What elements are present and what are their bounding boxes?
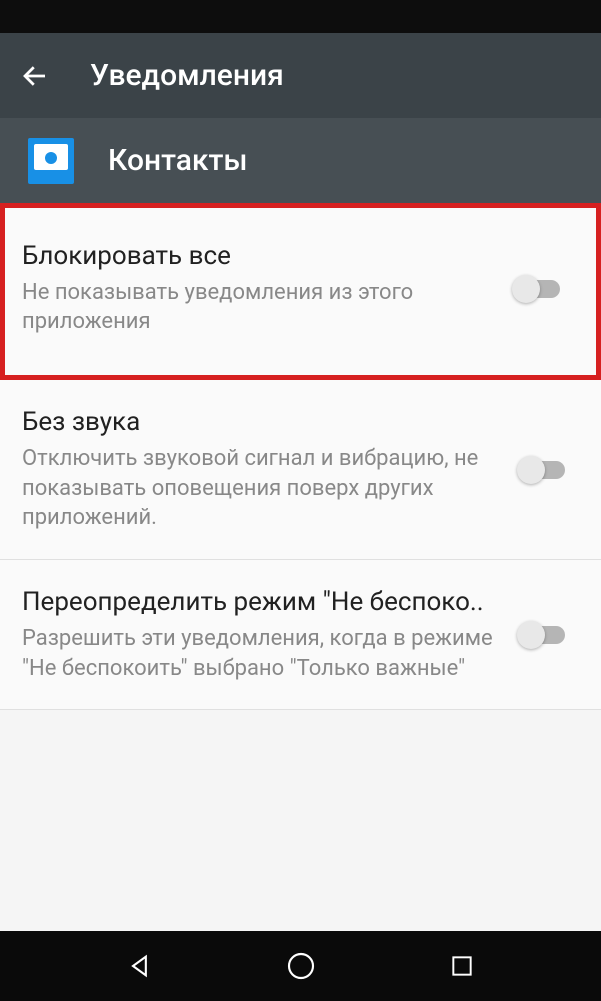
- toggle-switch[interactable]: [521, 626, 565, 644]
- setting-title: Без звука: [22, 406, 505, 440]
- page-title: Уведомления: [90, 58, 284, 93]
- app-name-label: Контакты: [108, 143, 248, 178]
- setting-text: Переопределить режим "Не беспоко.. Разре…: [22, 586, 521, 683]
- toggle-switch[interactable]: [521, 461, 565, 479]
- nav-home-icon[interactable]: [285, 950, 317, 982]
- setting-block-all[interactable]: Блокировать все Не показывать уведомлени…: [0, 203, 601, 380]
- back-icon[interactable]: [20, 61, 50, 91]
- setting-desc: Отключить звуковой сигнал и вибрацию, не…: [22, 444, 505, 533]
- app-header: Контакты: [0, 118, 601, 203]
- navigation-bar: [0, 931, 601, 1001]
- nav-recent-icon[interactable]: [449, 953, 475, 979]
- contacts-app-icon: [28, 138, 74, 184]
- setting-title: Переопределить режим "Не беспоко..: [22, 586, 505, 620]
- setting-desc: Не показывать уведомления из этого прило…: [22, 278, 500, 337]
- setting-title: Блокировать все: [22, 240, 500, 274]
- setting-text: Блокировать все Не показывать уведомлени…: [22, 240, 516, 337]
- setting-text: Без звука Отключить звуковой сигнал и ви…: [22, 406, 521, 533]
- toggle-switch[interactable]: [516, 280, 560, 298]
- app-bar: Уведомления: [0, 33, 601, 118]
- setting-desc: Разрешить эти уведомления, когда в режим…: [22, 624, 505, 683]
- setting-silent[interactable]: Без звука Отключить звуковой сигнал и ви…: [0, 380, 601, 560]
- status-bar: [0, 0, 601, 33]
- settings-list: Блокировать все Не показывать уведомлени…: [0, 203, 601, 710]
- setting-override-dnd[interactable]: Переопределить режим "Не беспоко.. Разре…: [0, 560, 601, 710]
- nav-back-icon[interactable]: [126, 952, 154, 980]
